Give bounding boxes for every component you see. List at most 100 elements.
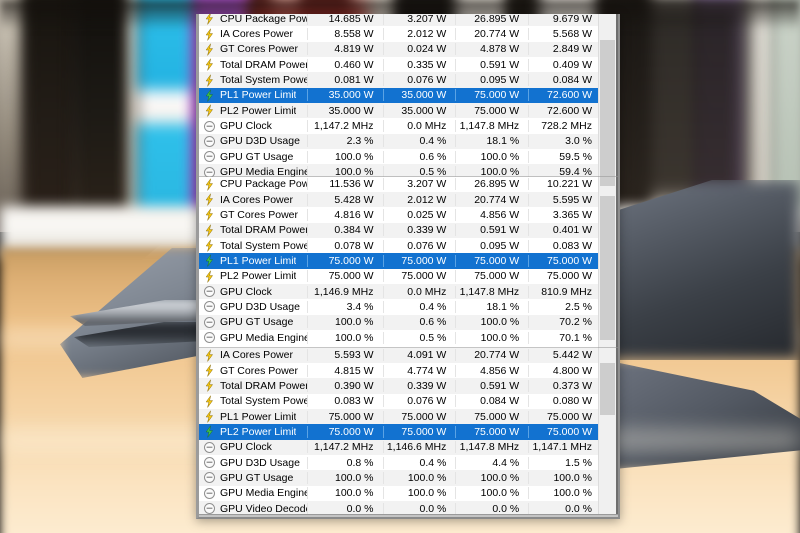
sensor-value-cell: 8.558 W bbox=[306, 28, 383, 41]
sensor-name-cell: IA Cores Power bbox=[199, 193, 307, 206]
sensor-value-cell: 1,146.6 MHz bbox=[382, 441, 456, 454]
sensor-value-cell: 75.000 W bbox=[382, 410, 456, 423]
sensor-value-cell: 35.000 W bbox=[382, 104, 456, 117]
sensor-value-cell: 100.0 % bbox=[455, 487, 528, 500]
sensor-name-label: GT Cores Power bbox=[220, 43, 298, 56]
table-row[interactable]: PL2 Power Limit 35.000 W 35.000 W 75.000 W7… bbox=[199, 103, 601, 119]
table-row[interactable]: GPU Clock 1,147.2 MHz 1,146.6 MHz 1,147.8 M… bbox=[199, 439, 601, 455]
table-row[interactable]: GPU Clock 1,146.9 MHz 0.0 MHz 1,147.8 MHz 81… bbox=[199, 283, 601, 300]
sensor-value-cell: 75.000 W bbox=[528, 410, 601, 423]
table-row[interactable]: GPU D3D Usage 2.3 % 0.4 % 18.1 % 3.0 % bbox=[199, 133, 601, 150]
sensor-value-cell: 0.095 W bbox=[455, 74, 528, 87]
sensor-value-cell: 5.442 W bbox=[528, 349, 601, 362]
scrollbar-thumb[interactable] bbox=[600, 40, 615, 186]
scrollbar-thumb[interactable] bbox=[600, 196, 615, 340]
table-row[interactable]: PL1 Power Limit 35.000 W 35.000 W 75.000 W7… bbox=[199, 87, 601, 104]
table-row[interactable]: Total DRAM Power 0.390 W 0.339 W 0.591 W 0.3… bbox=[199, 378, 601, 394]
sensor-name-cell: GPU D3D Usage bbox=[199, 456, 307, 469]
sensor-value-cell: 26.895 W bbox=[455, 14, 528, 25]
sensor-name-cell: IA Cores Power bbox=[199, 28, 307, 41]
sensor-name-cell: Total System Power bbox=[199, 239, 307, 252]
table-row[interactable]: CPU Package Power14.685 W3.207 W26.895 W… bbox=[199, 14, 601, 27]
sensor-value-cell: 0.591 W bbox=[455, 224, 528, 237]
lightning-bolt-icon bbox=[205, 395, 214, 408]
lightning-bolt-icon bbox=[205, 14, 214, 25]
lightning-bolt-icon bbox=[205, 410, 214, 423]
sensor-value-cell: 2.012 W bbox=[382, 28, 456, 41]
table-row[interactable]: GPU D3D Usage 0.8 % 0.4 % 4.4 % 1.5 % bbox=[199, 454, 601, 471]
sensor-value-cell: 810.9 MHz bbox=[528, 285, 601, 298]
table-row[interactable]: IA Cores Power 5.428 W 2.012 W 20.774 W 5.59… bbox=[199, 191, 601, 208]
sensor-value-cell: 11.536 W bbox=[306, 178, 383, 191]
sensor-value-cell: 100.0 % bbox=[306, 471, 383, 484]
table-row[interactable]: PL2 Power Limit 75.000 W 75.000 W 75.000 W7… bbox=[199, 424, 601, 440]
sensor-name-label: GPU D3D Usage bbox=[220, 300, 300, 313]
sensor-value-cell: 4.856 W bbox=[455, 364, 528, 377]
sensor-value-cell: 0.081 W bbox=[306, 74, 383, 87]
sensor-value-cell: 75.000 W bbox=[306, 425, 383, 438]
sensor-name-cell: PL2 Power Limit bbox=[199, 425, 307, 438]
table-row[interactable]: Total System Power 0.081 W 0.076 W 0.095 W0… bbox=[199, 72, 601, 88]
sensor-value-cell: 75.000 W bbox=[455, 104, 528, 117]
table-row[interactable]: IA Cores Power 5.593 W 4.091 W 20.774 W 5.44… bbox=[199, 347, 601, 363]
table-segment: CPU Package Power11.536 W3.207 W26.895 W… bbox=[199, 176, 601, 346]
table-row[interactable]: PL1 Power Limit 75.000 W 75.000 W 75.000 W7… bbox=[199, 408, 601, 425]
sensor-value-cell: 75.000 W bbox=[382, 270, 456, 283]
sensor-value-cell: 35.000 W bbox=[382, 89, 456, 102]
table-row[interactable]: GPU Clock 1,147.2 MHz 0.0 MHz 1,147.8 MHz 72… bbox=[199, 118, 601, 134]
table-row[interactable]: GT Cores Power 4.815 W 4.774 W 4.856 W 4.800… bbox=[199, 362, 601, 379]
table-row[interactable]: GPU Media Engine ...100.0 %0.5 %100.0 %7… bbox=[199, 329, 601, 346]
sensor-value-cell: 100.0 % bbox=[382, 487, 456, 500]
sensor-value-cell: 100.0 % bbox=[528, 471, 601, 484]
table-row[interactable]: GT Cores Power 4.816 W 0.025 W 4.856 W 3.365… bbox=[199, 207, 601, 223]
lightning-bolt-icon bbox=[205, 426, 214, 438]
table-row[interactable]: IA Cores Power 8.558 W 2.012 W 20.774 W 5.56… bbox=[199, 26, 601, 42]
sensor-value-cell: 75.000 W bbox=[306, 410, 383, 423]
table-row[interactable]: Total System Power 0.083 W 0.076 W 0.084 W0… bbox=[199, 393, 601, 409]
sensor-value-cell: 0.080 W bbox=[528, 395, 601, 408]
sensor-value-cell: 10.221 W bbox=[528, 178, 601, 191]
table-row[interactable]: Total DRAM Power 0.384 W 0.339 W 0.591 W 0.4… bbox=[199, 222, 601, 238]
table-row[interactable]: Total DRAM Power 0.460 W 0.335 W 0.591 W 0.4… bbox=[199, 57, 601, 73]
table-row[interactable]: CPU Package Power11.536 W3.207 W26.895 W… bbox=[199, 176, 601, 192]
table-row[interactable]: Total System Power 0.078 W 0.076 W 0.095 W0… bbox=[199, 237, 601, 254]
sensor-value-cell: 2.012 W bbox=[382, 193, 456, 206]
sensor-value-cell: 1,147.8 MHz bbox=[455, 120, 528, 133]
scrollbar-thumb[interactable] bbox=[600, 363, 615, 415]
sensor-value-cell: 0.025 W bbox=[382, 208, 456, 221]
sensor-name-cell: GT Cores Power bbox=[199, 208, 307, 221]
vertical-scrollbar[interactable] bbox=[598, 14, 616, 515]
sensor-value-cell: 0.591 W bbox=[455, 379, 528, 392]
sensor-name-label: GPU GT Usage bbox=[220, 316, 294, 329]
table-row[interactable]: GPU Video Decode 0.0 % 0.0 % 0.0 % 0.0 % bbox=[199, 500, 601, 515]
sensor-name-cell: GPU Clock bbox=[199, 285, 307, 298]
sensor-value-cell: 3.207 W bbox=[382, 14, 456, 25]
sensor-value-cell: 100.0 % bbox=[528, 487, 601, 500]
sensor-name-cell: GPU GT Usage bbox=[199, 471, 307, 484]
table-row[interactable]: GPU D3D Usage 3.4 % 0.4 % 18.1 % 2.5 % bbox=[199, 299, 601, 315]
sensor-value-cell: 100.0 % bbox=[455, 150, 528, 163]
table-row[interactable]: GPU GT Usage 100.0 % 100.0 % 100.0 % 100.0 % bbox=[199, 470, 601, 486]
table-row[interactable]: GT Cores Power 4.819 W 0.024 W 4.878 W 2.849… bbox=[199, 41, 601, 58]
sensor-name-label: Total DRAM Power bbox=[220, 379, 307, 392]
lightning-bolt-icon bbox=[205, 74, 214, 87]
sensor-value-cell: 75.000 W bbox=[528, 270, 601, 283]
table-row[interactable]: PL1 Power Limit 75.000 W 75.000 W 75.000 W7… bbox=[199, 253, 601, 269]
table-row[interactable]: GPU GT Usage 100.0 % 0.6 % 100.0 % 59.5 % bbox=[199, 149, 601, 165]
frame-tear-seam bbox=[199, 346, 618, 348]
sensor-value-cell: 1,147.8 MHz bbox=[455, 441, 528, 454]
sensor-value-cell: 0.0 MHz bbox=[382, 120, 456, 133]
sensor-name-cell: CPU Package Power bbox=[199, 178, 307, 191]
lightning-bolt-icon bbox=[205, 178, 214, 191]
table-row[interactable]: GPU Media Engine ...100.0 %100.0 %100.0 … bbox=[199, 485, 601, 501]
sensor-name-label: GT Cores Power bbox=[220, 208, 298, 221]
sensor-value-cell: 100.0 % bbox=[306, 331, 383, 344]
sensor-table[interactable]: CPU Package Power14.685 W3.207 W26.895 W… bbox=[199, 14, 601, 515]
gpu-gauge-icon bbox=[204, 120, 215, 132]
sensor-name-label: Total System Power bbox=[220, 395, 307, 408]
table-row[interactable]: GPU GT Usage 100.0 % 0.6 % 100.0 % 70.2 % bbox=[199, 314, 601, 330]
sensor-value-cell: 0.095 W bbox=[455, 239, 528, 252]
sensor-value-cell: 2.3 % bbox=[306, 135, 383, 148]
hwinfo-sensor-window[interactable]: CPU Package Power14.685 W3.207 W26.895 W… bbox=[196, 14, 620, 519]
table-row[interactable]: PL2 Power Limit 75.000 W 75.000 W 75.000 W7… bbox=[199, 268, 601, 284]
